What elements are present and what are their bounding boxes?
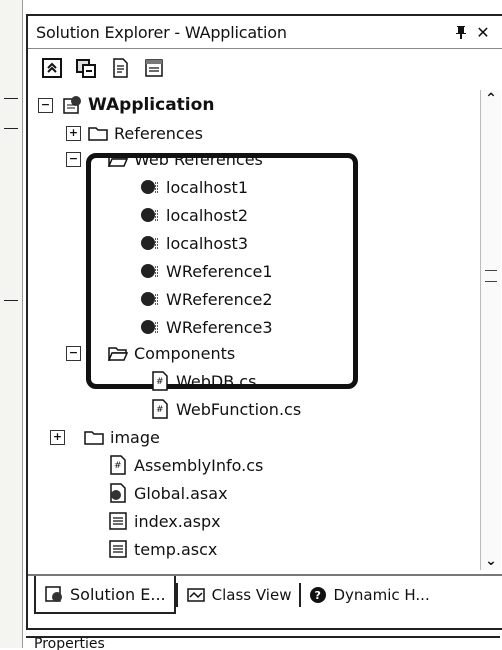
- tree-node-label: References: [114, 123, 203, 143]
- refresh-icon[interactable]: [74, 56, 98, 80]
- tree-node-file[interactable]: index.aspx: [108, 508, 221, 534]
- tree-node-file[interactable]: # WebDB.cs: [150, 368, 256, 394]
- svg-text:#: #: [114, 461, 122, 471]
- solution-explorer-icon: [45, 586, 62, 602]
- svg-text:#: #: [156, 405, 164, 415]
- expand-toggle[interactable]: +: [50, 430, 65, 445]
- tab-dynamic-help[interactable]: ? Dynamic H...: [301, 577, 437, 613]
- tree-node-image-folder[interactable]: image: [84, 424, 160, 450]
- edge-tick: [4, 128, 18, 129]
- folder-icon: [88, 127, 108, 141]
- svg-text:#: #: [156, 377, 164, 387]
- left-window-edge: [0, 0, 23, 648]
- tree-node-label: image: [110, 427, 160, 447]
- collapse-toggle[interactable]: −: [38, 98, 53, 113]
- tree-node-label: WebDB.cs: [176, 371, 257, 391]
- tree-node-file[interactable]: # AssemblyInfo.cs: [108, 452, 263, 478]
- vertical-scrollbar[interactable]: ⌃ ⌄: [480, 90, 501, 570]
- close-icon[interactable]: ✕: [472, 21, 494, 43]
- tree-node-file[interactable]: temp.ascx: [108, 536, 217, 562]
- panel-title: Solution Explorer - WApplication: [36, 22, 287, 42]
- tree-node-label: Components: [134, 343, 236, 363]
- tab-solution-explorer[interactable]: Solution E...: [34, 576, 176, 614]
- view-designer-icon[interactable]: [142, 56, 166, 80]
- cs-file-icon: #: [152, 399, 168, 419]
- tree-node-label: index.aspx: [134, 511, 221, 531]
- panel-toolbar: [28, 50, 502, 86]
- expand-toggle[interactable]: +: [66, 126, 81, 141]
- tree-node-label: AssemblyInfo.cs: [134, 455, 264, 475]
- svg-text:?: ?: [315, 589, 321, 602]
- tree-node-components[interactable]: Components: [108, 340, 235, 366]
- solution-tree: − WApplication + References − Web Refere…: [28, 90, 480, 570]
- tree-node-label: WebFunction.cs: [176, 399, 302, 419]
- panel-titlebar: Solution Explorer - WApplication ✕: [28, 16, 502, 49]
- panel-tab-strip: Solution E... Class View ? Dynamic H...: [28, 574, 502, 614]
- global-asax-icon: [110, 483, 126, 503]
- aspx-file-icon: [109, 512, 127, 530]
- cs-file-icon: #: [110, 455, 126, 475]
- scroll-down-icon[interactable]: ⌄: [484, 553, 498, 569]
- tab-label: Solution E...: [70, 584, 166, 604]
- tree-node-label: WApplication: [88, 95, 215, 115]
- edge-tick: [4, 98, 18, 99]
- tab-class-view[interactable]: Class View: [178, 577, 300, 613]
- solution-explorer-panel: Solution Explorer - WApplication ✕ − WAp…: [26, 14, 502, 630]
- collapse-toggle[interactable]: −: [66, 346, 81, 361]
- scroll-up-icon[interactable]: ⌃: [484, 91, 498, 107]
- project-icon: [63, 96, 81, 114]
- open-folder-icon: [108, 347, 128, 361]
- cs-file-icon: #: [152, 371, 168, 391]
- tab-label: Dynamic H...: [333, 586, 430, 604]
- edge-tick: [4, 300, 18, 301]
- tree-node-file[interactable]: Global.asax: [108, 480, 228, 506]
- folder-icon: [84, 431, 104, 445]
- tab-label: Class View: [211, 586, 292, 604]
- tree-node-references[interactable]: References: [88, 120, 203, 146]
- tree-node-root[interactable]: WApplication: [62, 92, 214, 118]
- pin-icon[interactable]: [450, 21, 472, 43]
- view-code-icon[interactable]: [108, 56, 132, 80]
- tree-node-label: temp.ascx: [134, 539, 218, 559]
- properties-title: Properties: [34, 636, 105, 650]
- class-view-icon: [186, 588, 205, 602]
- help-icon: ?: [310, 587, 327, 603]
- tree-node-file[interactable]: # WebFunction.cs: [150, 396, 301, 422]
- properties-icon[interactable]: [40, 56, 64, 80]
- ascx-file-icon: [109, 540, 127, 558]
- tree-node-label: Global.asax: [134, 483, 228, 503]
- scrollbar-grip[interactable]: [485, 270, 497, 282]
- collapse-toggle[interactable]: −: [66, 152, 81, 167]
